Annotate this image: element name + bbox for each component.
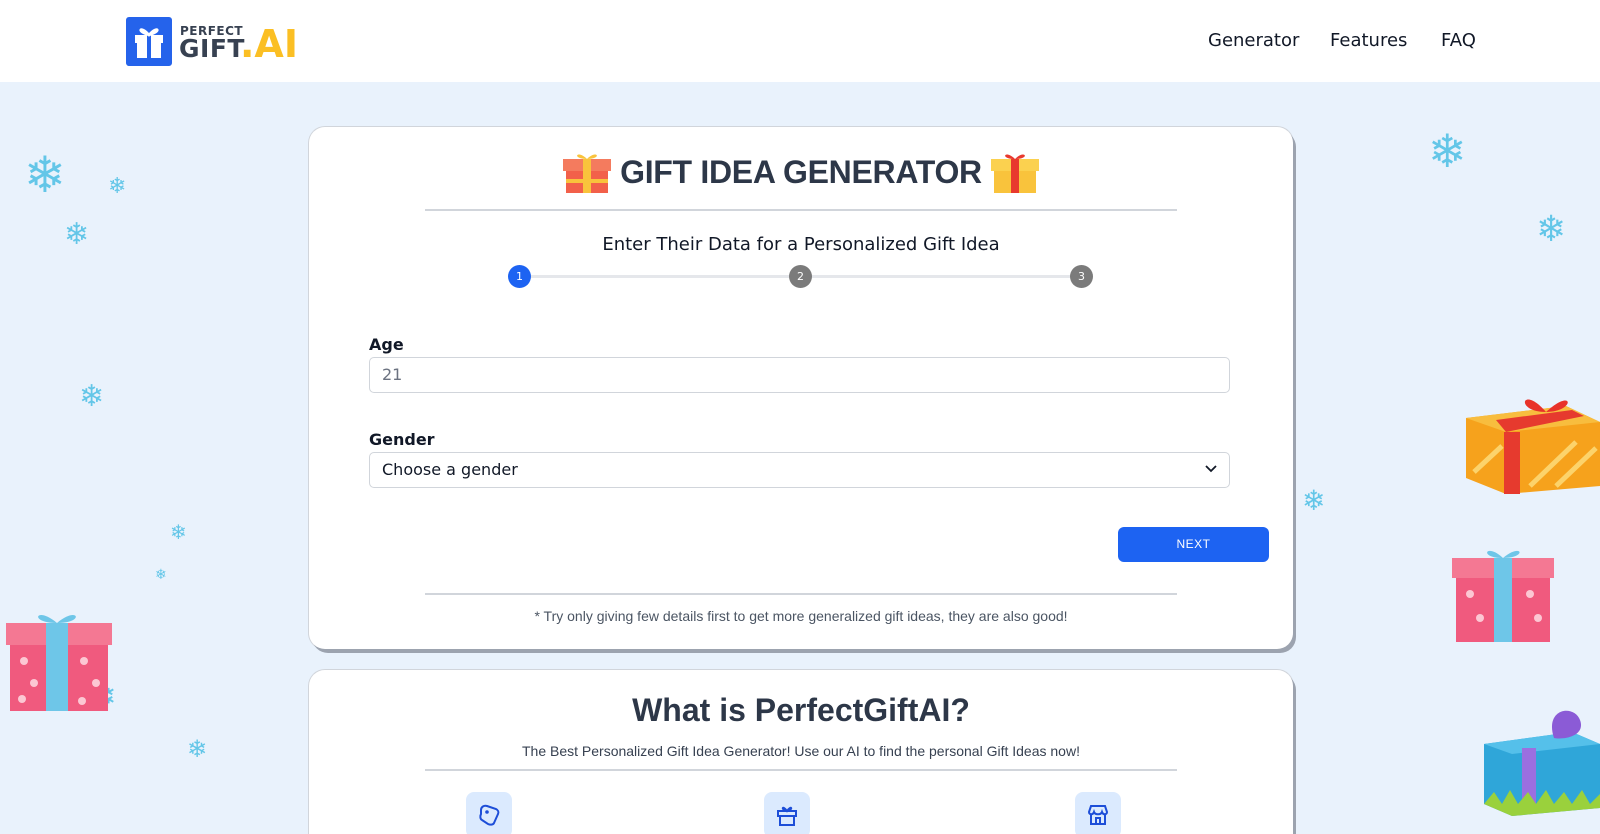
snowflake-icon: ❄ — [108, 174, 127, 199]
nav-faq[interactable]: FAQ — [1441, 30, 1476, 51]
step-1[interactable]: 1 — [508, 265, 531, 288]
site-header: PERFECT GIFT .AI Generator Features FAQ — [0, 0, 1600, 82]
divider — [425, 593, 1177, 595]
chevron-down-icon — [1205, 465, 1217, 473]
age-label: Age — [369, 335, 404, 354]
logo-text-ai: .AI — [240, 22, 298, 66]
gender-value: Choose a gender — [382, 460, 518, 479]
generator-card: GIFT IDEA GENERATOR Enter Their Data for… — [309, 127, 1293, 649]
footnote: * Try only giving few details first to g… — [534, 608, 1068, 624]
present-orange-icon — [1466, 399, 1600, 494]
snowflake-icon: ❄ — [1428, 124, 1467, 178]
tag-icon — [466, 792, 512, 834]
step-3[interactable]: 3 — [1070, 265, 1093, 288]
gift-logo-icon — [126, 17, 172, 66]
present-blue-icon — [1484, 710, 1600, 816]
nav-features[interactable]: Features — [1330, 30, 1407, 51]
next-button[interactable]: NEXT — [1118, 527, 1269, 562]
age-input[interactable]: 21 — [369, 357, 1230, 393]
store-icon — [1075, 792, 1121, 834]
snowflake-icon: ❄ — [24, 146, 66, 204]
gift-emoji-icon — [990, 154, 1039, 193]
step-2[interactable]: 2 — [789, 265, 812, 288]
age-value: 21 — [382, 365, 403, 384]
snowflake-icon: ❄ — [1536, 209, 1567, 250]
present-pink-icon — [1452, 550, 1554, 642]
about-title: What is PerfectGiftAI? — [632, 692, 970, 728]
site-logo[interactable]: PERFECT GIFT .AI — [126, 17, 309, 66]
snowflake-icon: ❄ — [64, 217, 90, 252]
snowflake-icon: ❄ — [1302, 484, 1326, 517]
present-left-icon — [6, 615, 112, 711]
snowflake-icon: ❄ — [79, 379, 105, 414]
gift-box-icon — [764, 792, 810, 834]
about-card: What is PerfectGiftAI? The Best Personal… — [309, 670, 1293, 834]
snowflake-icon: ❄ — [170, 520, 187, 544]
divider — [425, 209, 1177, 211]
logo-text-gift: GIFT — [179, 34, 245, 63]
gender-select[interactable]: Choose a gender — [369, 452, 1230, 488]
about-lead: The Best Personalized Gift Idea Generato… — [522, 743, 1080, 759]
snowflake-icon: ❄ — [155, 567, 167, 583]
generator-subtitle: Enter Their Data for a Personalized Gift… — [602, 234, 1000, 255]
divider — [425, 769, 1177, 771]
nav-generator[interactable]: Generator — [1208, 30, 1299, 51]
generator-title: GIFT IDEA GENERATOR — [620, 153, 982, 190]
snowflake-icon: ❄ — [187, 735, 208, 763]
gender-label: Gender — [369, 430, 435, 449]
gift-emoji-icon — [563, 154, 612, 193]
